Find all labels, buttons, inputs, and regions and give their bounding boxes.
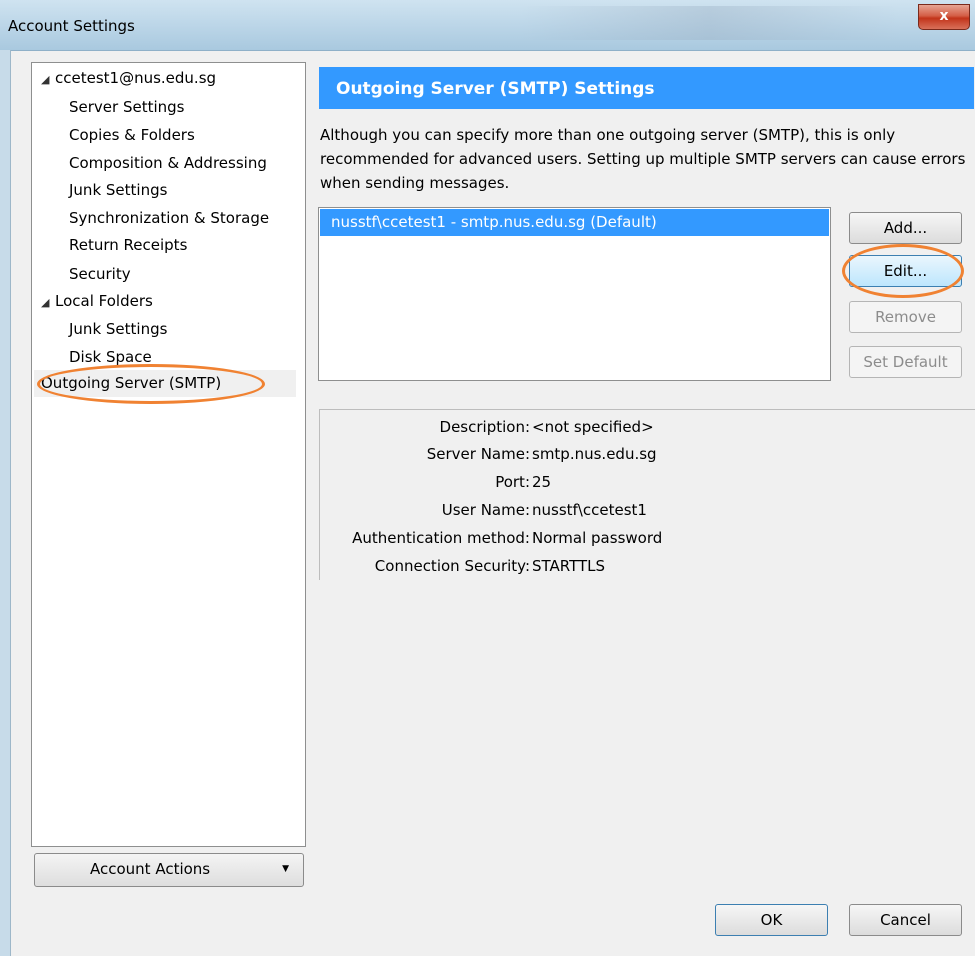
close-icon: x <box>939 8 949 24</box>
tree-item-label: Outgoing Server (SMTP) <box>41 374 222 392</box>
detail-value: <not specified> <box>532 418 654 436</box>
detail-value: nusstf\ccetest1 <box>532 501 647 519</box>
detail-value: 25 <box>532 473 552 491</box>
smtp-server-list[interactable]: nusstf\ccetest1 - smtp.nus.edu.sg (Defau… <box>318 207 831 381</box>
detail-key: Description: <box>439 418 530 436</box>
window-title: Account Settings <box>8 17 135 35</box>
detail-row-description: Description: <not specified> <box>320 414 654 441</box>
tree-item-label: ccetest1@nus.edu.sg <box>55 69 217 87</box>
detail-key: User Name: <box>441 501 530 519</box>
add-button[interactable]: Add... <box>849 212 962 244</box>
detail-row-connection-security: Connection Security: STARTTLS <box>320 553 605 580</box>
remove-button[interactable]: Remove <box>849 301 962 333</box>
expand-triangle-icon[interactable]: ◢ <box>41 66 55 93</box>
detail-row-user-name: User Name: nusstf\ccetest1 <box>320 497 647 524</box>
expand-triangle-icon[interactable]: ◢ <box>41 289 55 316</box>
account-tree[interactable]: ◢ ccetest1@nus.edu.sg Server Settings Cop… <box>31 62 306 847</box>
detail-value: smtp.nus.edu.sg <box>532 445 657 463</box>
tree-item-local-junk-settings[interactable]: Junk Settings <box>32 316 167 343</box>
tree-item-account[interactable]: ◢ ccetest1@nus.edu.sg <box>32 65 216 92</box>
tree-item-label: Disk Space <box>69 348 152 366</box>
tree-item-outgoing-server[interactable]: Outgoing Server (SMTP) <box>34 370 296 397</box>
account-actions-label: Account Actions <box>90 860 211 878</box>
tree-item-copies-folders[interactable]: Copies & Folders <box>32 122 195 149</box>
dropdown-arrow-icon: ▼ <box>282 864 289 874</box>
tree-item-label: Junk Settings <box>69 181 168 199</box>
panel-description: Although you can specify more than one o… <box>320 126 966 192</box>
ok-button[interactable]: OK <box>715 904 828 936</box>
tree-item-local-folders[interactable]: ◢ Local Folders <box>32 288 153 315</box>
detail-row-port: Port: 25 <box>320 469 551 496</box>
titlebar-background-blur <box>520 6 900 40</box>
detail-value: Normal password <box>532 529 663 547</box>
tree-item-label: Return Receipts <box>69 236 188 254</box>
edit-button[interactable]: Edit... <box>849 255 962 287</box>
panel-heading: Outgoing Server (SMTP) Settings <box>319 67 974 109</box>
tree-item-junk-settings[interactable]: Junk Settings <box>32 177 167 204</box>
account-actions-button[interactable]: Account Actions ▼ <box>34 853 304 887</box>
tree-item-label: Composition & Addressing <box>69 154 267 172</box>
cancel-button[interactable]: Cancel <box>849 904 962 936</box>
tree-item-label: Copies & Folders <box>69 126 195 144</box>
tree-item-label: Synchronization & Storage <box>69 209 270 227</box>
detail-key: Authentication method: <box>352 529 530 547</box>
window-left-frame <box>0 50 11 956</box>
detail-row-authentication: Authentication method: Normal password <box>320 525 662 552</box>
tree-item-synchronization-storage[interactable]: Synchronization & Storage <box>32 205 269 232</box>
tree-item-label: Security <box>69 265 131 283</box>
panel-heading-text: Outgoing Server (SMTP) Settings <box>336 79 655 99</box>
tree-item-server-settings[interactable]: Server Settings <box>32 94 184 121</box>
tree-item-label: Junk Settings <box>69 320 168 338</box>
tree-item-label: Local Folders <box>55 292 153 310</box>
server-details: Description: <not specified> Server Name… <box>319 409 975 580</box>
detail-key: Connection Security: <box>374 557 530 575</box>
tree-item-security[interactable]: Security <box>32 261 131 288</box>
set-default-button[interactable]: Set Default <box>849 346 962 378</box>
detail-row-server-name: Server Name: smtp.nus.edu.sg <box>320 441 657 468</box>
list-item[interactable]: nusstf\ccetest1 - smtp.nus.edu.sg (Defau… <box>320 209 829 236</box>
detail-value: STARTTLS <box>532 557 606 575</box>
tree-item-composition-addressing[interactable]: Composition & Addressing <box>32 150 267 177</box>
tree-item-disk-space[interactable]: Disk Space <box>32 344 152 371</box>
window-titlebar: Account Settings x <box>0 0 975 51</box>
detail-key: Port: <box>495 473 530 491</box>
tree-item-label: Server Settings <box>69 98 185 116</box>
close-button[interactable]: x <box>918 4 970 30</box>
detail-key: Server Name: <box>426 445 530 463</box>
tree-item-return-receipts[interactable]: Return Receipts <box>32 232 187 259</box>
